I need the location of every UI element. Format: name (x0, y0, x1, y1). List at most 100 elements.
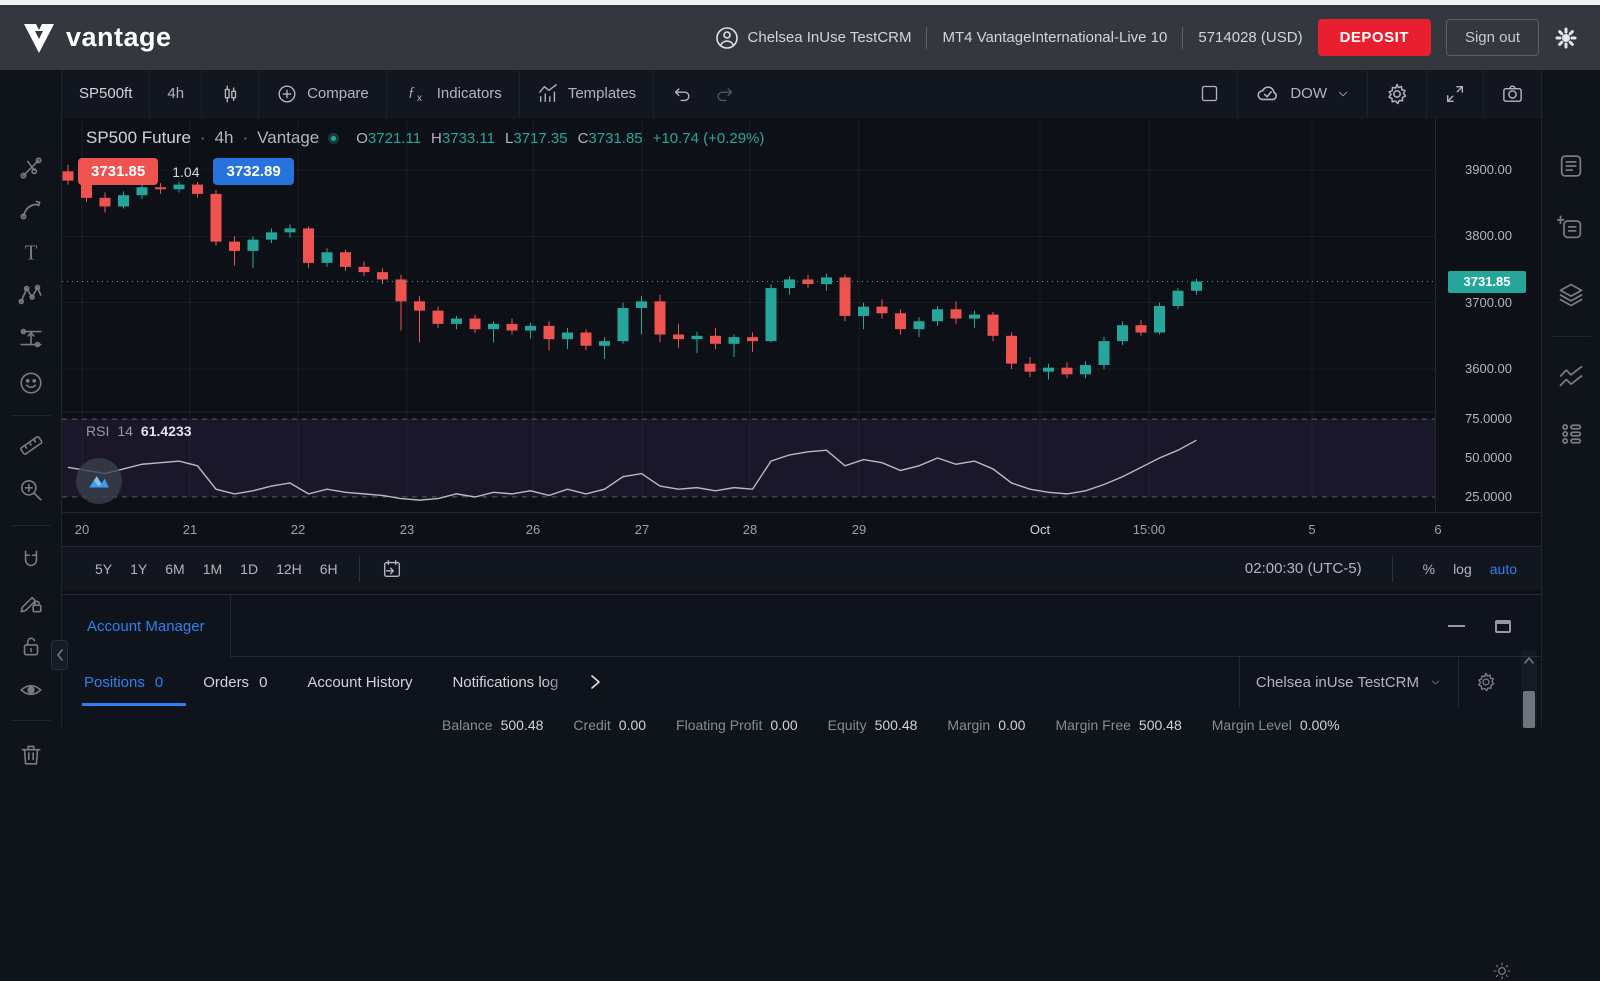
candle (581, 333, 592, 346)
settings-gear-icon[interactable] (1554, 26, 1578, 50)
ruler-tool-icon[interactable] (18, 432, 44, 458)
legend-symbol[interactable]: SP500 Future (86, 128, 191, 148)
auto-scale-button[interactable]: auto (1490, 561, 1517, 577)
compare-button[interactable]: Compare (259, 70, 386, 118)
vantage-logo-icon (22, 21, 56, 55)
signout-button[interactable]: Sign out (1446, 19, 1539, 56)
symbol-search-button[interactable]: SP500ft (62, 70, 149, 118)
cloud-save-button[interactable]: DOW (1238, 70, 1367, 118)
undo-icon (671, 83, 693, 105)
trend-line-tool-icon[interactable] (18, 155, 44, 181)
candle (1173, 291, 1184, 306)
deposit-button[interactable]: DEPOSIT (1318, 19, 1431, 56)
tab-fade-overlay (544, 674, 578, 691)
notes-icon[interactable] (1557, 214, 1585, 242)
rsi-legend[interactable]: RSI 14 61.4233 (86, 423, 192, 439)
fx-icon: ƒx (404, 82, 428, 106)
forecast-tool-icon[interactable] (18, 325, 44, 351)
candle (100, 198, 111, 207)
legend-interval: 4h (215, 128, 234, 148)
candle (137, 187, 148, 195)
redo-button[interactable] (710, 70, 753, 118)
rsi-band (62, 419, 1435, 497)
time-axis-label: 28 (718, 522, 782, 537)
chart-legend: SP500 Future · 4h · Vantage O3721.11 H37… (86, 128, 764, 148)
account-manager-header: Account Manager (62, 595, 1541, 657)
sidebar-collapse-handle[interactable] (51, 640, 68, 670)
panel-restore-icon[interactable] (1495, 620, 1511, 633)
layers-icon[interactable] (1557, 281, 1585, 309)
candle (229, 242, 240, 251)
session-clock[interactable]: 02:00:30 (UTC-5) (1245, 560, 1362, 577)
tabs-scroll-right-chevron[interactable] (588, 674, 602, 690)
object-tree-icon[interactable] (1557, 420, 1585, 448)
text-tool-icon[interactable]: T (18, 240, 44, 266)
candle (692, 336, 703, 339)
watchlist-icon[interactable] (1557, 152, 1585, 180)
single-layout-icon (1199, 83, 1220, 104)
drawing-sync-lock-icon[interactable] (18, 590, 44, 616)
candle (248, 240, 259, 251)
hide-all-drawings-eye-icon[interactable] (18, 677, 44, 703)
scrollbar-thumb[interactable] (1523, 691, 1535, 728)
alerts-lines-icon[interactable] (1557, 362, 1585, 390)
magnet-mode-icon[interactable] (18, 547, 44, 573)
log-scale-button[interactable]: log (1453, 561, 1472, 577)
price-axis-label: 3600.00 (1436, 361, 1541, 377)
zoom-in-tool-icon[interactable] (18, 477, 44, 503)
tab-orders[interactable]: Orders0 (203, 674, 267, 691)
chart-style-button[interactable] (202, 70, 258, 118)
range-1y-button[interactable]: 1Y (121, 547, 156, 591)
toolbar-divider (11, 415, 51, 416)
legend-separator: · (243, 128, 249, 148)
interval-button[interactable]: 4h (150, 70, 201, 118)
price-axis-label: 3900.00 (1436, 162, 1541, 178)
tab-positions[interactable]: Positions0 (84, 674, 163, 691)
panel-minimize-icon[interactable] (1448, 625, 1465, 627)
remove-drawings-trash-icon[interactable] (18, 741, 44, 767)
candle (1043, 368, 1054, 372)
tab-notifications-log[interactable]: Notifications log (452, 674, 578, 691)
candle (562, 333, 573, 340)
buy-ask-button[interactable]: 3732.89 (213, 158, 293, 185)
time-axis[interactable]: 2021222326272829Oct15:0056 (62, 512, 1541, 546)
layout-select-button[interactable] (1182, 70, 1237, 118)
xabcd-pattern-tool-icon[interactable] (18, 282, 44, 308)
fullscreen-button[interactable] (1427, 70, 1483, 118)
chart-settings-button[interactable] (1368, 70, 1426, 118)
account-settings-gear-icon[interactable] (1475, 671, 1497, 693)
emoji-tool-icon[interactable] (18, 370, 44, 396)
tab-account-history[interactable]: Account History (307, 674, 412, 691)
indicators-button[interactable]: ƒx Indicators (387, 70, 519, 118)
header-account-id: 5714028 (USD) (1198, 29, 1302, 46)
percent-scale-button[interactable]: % (1423, 561, 1435, 577)
header-separator (926, 27, 927, 49)
scroll-up-arrow[interactable] (1521, 653, 1537, 669)
account-selector[interactable]: Chelsea inUse TestCRM (1256, 674, 1442, 691)
candle (414, 301, 425, 310)
sell-bid-button[interactable]: 3731.85 (78, 158, 158, 185)
range-5y-button[interactable]: 5Y (86, 547, 121, 591)
range-6h-button[interactable]: 6H (311, 547, 347, 591)
candle (821, 277, 832, 284)
theme-sun-icon[interactable] (1492, 961, 1512, 981)
templates-button[interactable]: Templates (520, 70, 653, 118)
snapshot-camera-button[interactable] (1484, 70, 1541, 118)
range-12h-button[interactable]: 12H (267, 547, 311, 591)
range-1m-button[interactable]: 1M (194, 547, 231, 591)
header-user[interactable]: Chelsea InUse TestCRM (715, 26, 912, 50)
vantage-logo: vantage (22, 21, 172, 55)
header-separator (1182, 27, 1183, 49)
account-manager-tab[interactable]: Account Manager (62, 595, 231, 658)
go-to-date-button[interactable] (372, 547, 412, 591)
lock-all-drawings-icon[interactable] (18, 633, 44, 659)
candle (1191, 282, 1202, 291)
range-1d-button[interactable]: 1D (231, 547, 267, 591)
candle (63, 171, 74, 180)
candle (1154, 306, 1165, 333)
pitchfork-tool-icon[interactable] (18, 197, 44, 223)
range-6m-button[interactable]: 6M (156, 547, 193, 591)
undo-button[interactable] (654, 70, 710, 118)
panel-scrollbar[interactable] (1521, 651, 1537, 728)
price-axis[interactable]: 3900.003800.003700.003600.0075.000050.00… (1436, 118, 1541, 512)
